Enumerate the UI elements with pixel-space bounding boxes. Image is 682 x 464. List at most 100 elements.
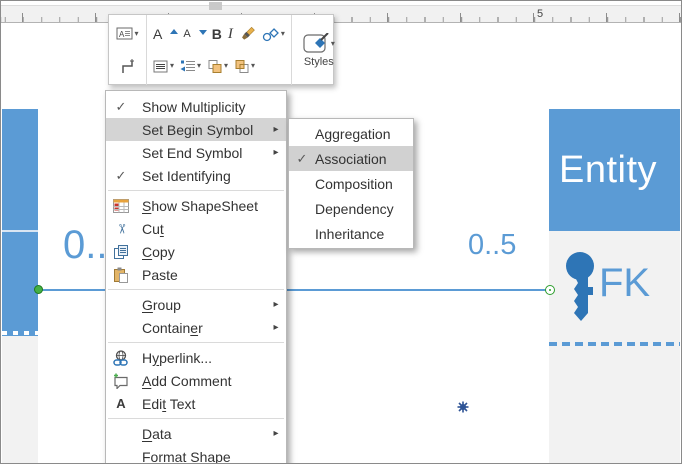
connector-end-point[interactable] xyxy=(545,285,555,295)
indent-icon xyxy=(180,60,196,71)
submenu-item-association[interactable]: ✓ Association xyxy=(289,146,413,171)
text-style-button[interactable]: A ▾ xyxy=(114,24,140,43)
menu-item-set-end-symbol[interactable]: Set End Symbol ▸ xyxy=(106,141,286,164)
send-backward-icon xyxy=(235,59,249,73)
styles-icon xyxy=(303,32,329,53)
connector-tool-button[interactable] xyxy=(118,56,138,76)
format-painter-icon xyxy=(241,26,255,40)
menu-item-cut[interactable]: ✂ Cut xyxy=(106,217,286,240)
italic-button[interactable]: I xyxy=(226,24,235,45)
shrink-font-glyph: A xyxy=(183,27,191,40)
styles-label: Styles xyxy=(303,55,334,68)
chevron-down-icon: ▾ xyxy=(251,61,256,70)
left-entity-dashed-separator xyxy=(2,331,38,335)
check-icon: ✓ xyxy=(115,98,127,114)
paste-icon xyxy=(114,267,128,283)
ruler-notch xyxy=(209,2,222,10)
italic-icon: I xyxy=(227,25,233,42)
grow-font-button[interactable]: A xyxy=(151,25,179,43)
submenu-arrow-icon: ▸ xyxy=(273,299,279,310)
add-comment-icon xyxy=(114,373,128,389)
svg-text:A: A xyxy=(119,30,125,39)
menu-item-paste[interactable]: Paste xyxy=(106,263,286,286)
submenu-item-inheritance[interactable]: Inheritance xyxy=(289,221,413,246)
menu-item-data[interactable]: Data ▸ xyxy=(106,422,286,445)
connector-icon xyxy=(121,58,134,73)
visio-window: 5 Entity FK 0.. 0..5 A ▾ A A B I ▾ ▾ ▾ ▾… xyxy=(0,0,682,464)
menu-item-container[interactable]: Container ▸ xyxy=(106,316,286,339)
text-align-icon xyxy=(153,60,168,72)
grow-font-glyph: A xyxy=(153,26,163,42)
shapesheet-icon xyxy=(113,198,129,213)
left-entity-shape[interactable] xyxy=(2,109,38,336)
submenu-arrow-icon: ▸ xyxy=(273,147,279,158)
submenu-item-aggregation[interactable]: Aggregation xyxy=(289,121,413,146)
check-icon: ✓ xyxy=(296,150,308,166)
edit-text-icon: A xyxy=(116,396,126,411)
chevron-down-icon: ▾ xyxy=(170,61,175,70)
chevron-down-icon: ▾ xyxy=(134,28,139,38)
shrink-font-button[interactable]: A xyxy=(181,27,207,42)
toolbar-mid-column: A A B I ▾ ▾ ▾ ▾ ▾ xyxy=(146,15,292,85)
menu-item-set-identifying[interactable]: ✓ Set Identifying xyxy=(106,164,286,187)
multiplicity-label-left: 0.. xyxy=(63,223,108,267)
bold-button[interactable]: B xyxy=(210,24,224,44)
toolbar-row-1: A A B I ▾ xyxy=(147,18,291,50)
scissors-icon: ✂ xyxy=(114,223,129,234)
styles-button[interactable]: ▾ Styles xyxy=(292,15,346,85)
menu-item-group[interactable]: Group ▸ xyxy=(106,293,286,316)
grow-font-arrow-icon xyxy=(170,28,179,34)
submenu-item-composition[interactable]: Composition xyxy=(289,171,413,196)
entity-title: Entity xyxy=(559,148,658,191)
format-painter-button[interactable] xyxy=(237,24,258,44)
menu-item-show-shapesheet[interactable]: Show ShapeSheet xyxy=(106,194,286,217)
menu-separator xyxy=(108,289,284,290)
menu-item-edit-text[interactable]: A Edit Text xyxy=(106,392,286,415)
submenu-arrow-icon: ▸ xyxy=(273,428,279,439)
menu-item-hyperlink[interactable]: Hyperlink... xyxy=(106,346,286,369)
chevron-down-icon: ▾ xyxy=(330,38,335,48)
send-backward-button[interactable]: ▾ xyxy=(232,57,257,76)
menu-item-show-multiplicity[interactable]: ✓ Show Multiplicity xyxy=(106,95,286,118)
toolbar-left-column: A ▾ xyxy=(109,15,146,85)
mini-toolbar: A ▾ A A B I ▾ ▾ ▾ ▾ ▾ ▾ Styles xyxy=(108,14,335,85)
text-align-button[interactable]: ▾ xyxy=(151,57,176,76)
submenu-arrow-icon: ▸ xyxy=(273,322,279,333)
change-shape-icon xyxy=(262,27,279,41)
text-style-icon: A xyxy=(116,27,133,40)
menu-item-set-begin-symbol[interactable]: Set Begin Symbol ▸ xyxy=(106,118,286,141)
ruler-label-5: 5 xyxy=(537,8,544,20)
shrink-font-arrow-icon xyxy=(198,29,207,35)
entity-dashed-separator xyxy=(549,342,680,346)
left-entity-divider xyxy=(2,230,38,232)
multiplicity-label-right: 0..5 xyxy=(468,229,517,261)
toolbar-row-2: ▾ ▾ ▾ ▾ xyxy=(147,50,291,82)
foreign-key-icon xyxy=(566,252,594,321)
submenu-arrow-icon: ▸ xyxy=(273,124,279,135)
menu-item-add-comment[interactable]: Add Comment xyxy=(106,369,286,392)
bold-icon: B xyxy=(211,26,222,42)
menu-separator xyxy=(108,418,284,419)
chevron-down-icon: ▾ xyxy=(197,61,202,70)
entity-header[interactable]: Entity xyxy=(549,109,680,231)
check-icon: ✓ xyxy=(115,167,127,183)
submenu-item-dependency[interactable]: Dependency xyxy=(289,196,413,221)
copy-icon xyxy=(114,244,128,259)
menu-separator xyxy=(108,190,284,191)
menu-separator xyxy=(108,342,284,343)
menu-item-format-shape[interactable]: Format Shape xyxy=(106,445,286,464)
bring-forward-icon xyxy=(208,59,222,73)
chevron-down-icon: ▾ xyxy=(280,29,285,38)
indent-button[interactable]: ▾ xyxy=(178,57,203,76)
menu-item-copy[interactable]: Copy xyxy=(106,240,286,263)
page-marker-icon xyxy=(457,401,469,413)
change-shape-button[interactable]: ▾ xyxy=(260,25,287,44)
chevron-down-icon: ▾ xyxy=(224,61,229,70)
bring-forward-button[interactable]: ▾ xyxy=(205,57,230,76)
fk-label: FK xyxy=(599,261,651,305)
hyperlink-icon xyxy=(113,349,128,366)
context-menu: ✓ Show Multiplicity Set Begin Symbol ▸ S… xyxy=(105,90,287,464)
connector-begin-point[interactable] xyxy=(34,285,43,294)
set-begin-symbol-submenu: Aggregation ✓ Association Composition De… xyxy=(288,118,414,249)
left-entity-body[interactable] xyxy=(2,336,38,463)
